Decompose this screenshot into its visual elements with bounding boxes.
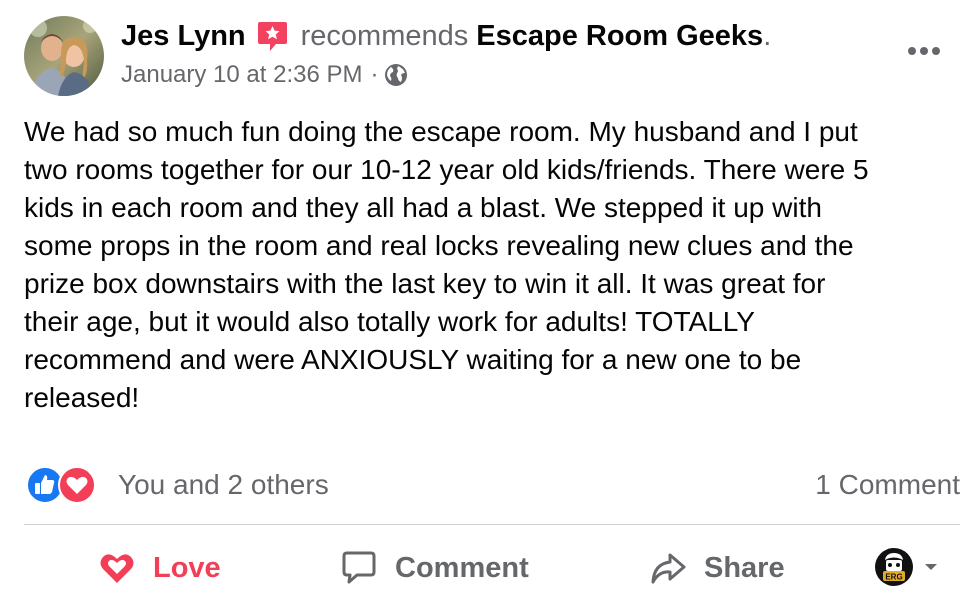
chevron-down-icon[interactable] — [924, 562, 938, 572]
post-timestamp[interactable]: January 10 at 2:36 PM — [121, 61, 362, 89]
page-avatar-lettering: ERG — [885, 573, 902, 582]
comment-button[interactable]: Comment — [341, 546, 529, 590]
heart-icon — [100, 554, 134, 583]
comments-count[interactable]: 1 Comment — [815, 464, 960, 506]
author-name[interactable]: Jes Lynn — [121, 14, 246, 58]
recommends-text: recommends — [300, 20, 469, 52]
post-meta: January 10 at 2:36 PM · — [121, 58, 408, 92]
share-button[interactable]: Share — [650, 546, 785, 590]
header-period: . — [763, 20, 772, 52]
page-profile-avatar: ERG — [875, 548, 913, 586]
speech-bubble-icon — [342, 551, 376, 584]
reactions-count[interactable]: You and 2 others — [118, 469, 329, 501]
comment-button-label: Comment — [395, 551, 529, 584]
author-photo — [24, 16, 104, 96]
love-reaction-icon — [58, 466, 96, 504]
page-name-link[interactable]: Escape Room Geeks — [476, 14, 763, 58]
share-arrow-icon — [651, 553, 686, 584]
more-options-icon — [908, 47, 940, 55]
recommendation-star-icon — [256, 20, 289, 53]
author-avatar[interactable] — [24, 16, 104, 96]
share-button-label: Share — [704, 551, 785, 584]
love-button[interactable]: Love — [99, 546, 221, 590]
reactions-summary[interactable]: You and 2 others — [26, 464, 329, 506]
post-body-text: We had so much fun doing the escape room… — [24, 116, 869, 413]
globe-icon[interactable] — [384, 63, 408, 87]
post-header-line: Jes Lynn recommends Escape Room Geeks . — [121, 14, 771, 58]
meta-separator: · — [370, 61, 379, 88]
profile-switcher[interactable]: ERG — [874, 546, 938, 588]
love-button-label: Love — [153, 551, 221, 584]
actions-divider — [24, 524, 960, 525]
reaction-icons — [26, 466, 102, 504]
more-options-button[interactable] — [904, 36, 944, 66]
